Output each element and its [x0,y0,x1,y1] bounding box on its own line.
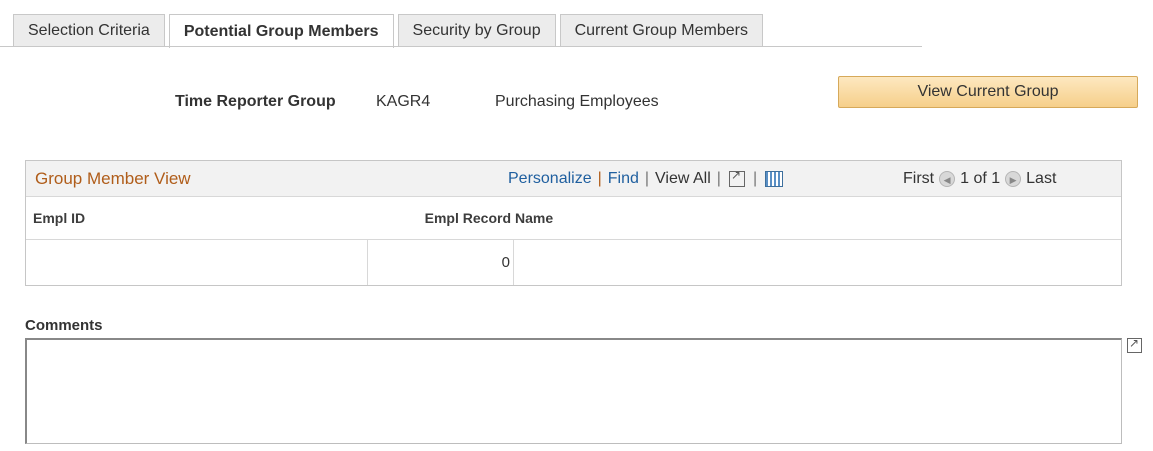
separator: | [752,170,758,187]
column-header-name[interactable]: Name [515,210,553,226]
tab-underline [0,46,922,47]
tab-selection-criteria[interactable]: Selection Criteria [13,14,165,47]
comments-textarea[interactable] [25,338,1122,444]
expand-textarea-icon[interactable] [1127,336,1142,353]
tab-security-by-group-label: Security by Group [412,22,541,39]
view-all-link[interactable]: View All [655,170,711,188]
grid-header: Group Member View Personalize | Find | V… [26,161,1121,197]
grid-pager: First ◀ 1 of 1 ▶ Last [903,170,1056,188]
tab-bar: Selection Criteria Potential Group Membe… [13,14,767,48]
time-reporter-group-label: Time Reporter Group [175,93,336,110]
last-link: Last [1026,170,1057,187]
personalize-link[interactable]: Personalize [508,170,592,188]
tab-potential-group-members[interactable]: Potential Group Members [168,14,394,48]
next-arrow-icon[interactable]: ▶ [1005,171,1022,187]
download-spreadsheet-icon[interactable] [765,171,784,187]
grid-toolbar: Personalize | Find | View All | | [508,168,784,188]
separator: | [716,170,721,187]
comments-label: Comments [25,317,103,334]
cell-divider [367,240,368,285]
grid-column-headers: Empl ID Empl Record Name [26,197,1121,240]
tab-security-by-group[interactable]: Security by Group [397,14,556,47]
find-link[interactable]: Find [608,170,639,188]
cell-empl-record: 0 [501,254,510,271]
separator: | [597,170,602,187]
previous-arrow-icon[interactable]: ◀ [939,171,956,187]
tab-current-group-members[interactable]: Current Group Members [559,14,763,47]
tab-selection-criteria-label: Selection Criteria [28,22,150,39]
grid-title: Group Member View [35,169,191,188]
time-reporter-group-description: Purchasing Employees [495,93,659,110]
group-member-grid: Group Member View Personalize | Find | V… [25,160,1122,286]
page-info: 1 of 1 [960,170,1001,187]
cell-divider [513,240,514,285]
table-row: 0 [26,240,1121,285]
column-header-empl-record[interactable]: Empl Record [396,210,511,226]
separator: | [644,170,650,187]
tab-potential-group-members-label: Potential Group Members [183,22,379,40]
column-header-empl-id[interactable]: Empl ID [33,210,85,226]
tab-current-group-members-label: Current Group Members [574,22,748,39]
time-reporter-group-code: KAGR4 [376,93,431,110]
view-current-group-button[interactable]: View Current Group [838,76,1138,108]
first-link: First [903,170,935,187]
zoom-grid-icon[interactable] [728,168,745,187]
